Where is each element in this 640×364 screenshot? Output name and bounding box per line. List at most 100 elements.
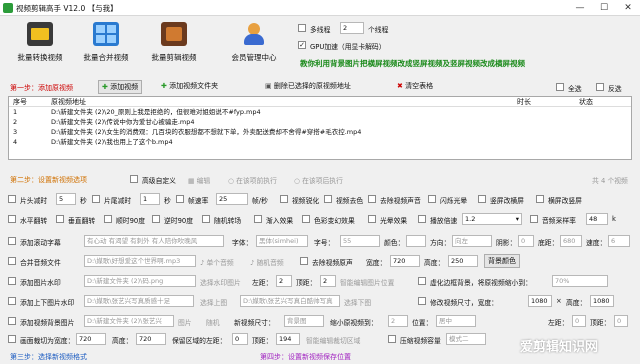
scroll-speed-input[interactable]: 6 (608, 235, 630, 247)
wm-left-input[interactable]: 2 (276, 275, 292, 287)
smart-crop-button[interactable]: 智能编辑裁切区域 (306, 335, 360, 345)
merge-audio-checkbox[interactable] (8, 257, 16, 265)
frame-rate-input[interactable]: 25 (216, 193, 248, 205)
modify-height-input[interactable]: 1080 (590, 295, 614, 307)
batch-convert-button[interactable]: 批量转换视频 (10, 22, 70, 63)
table-row[interactable]: 3 D:\新建文件夹 (2)\女生的消费观：几百块的衣服想都不想就下单，外卖配送费… (9, 127, 631, 137)
bg-image-button[interactable]: 图片 (178, 317, 192, 327)
bg-random-button[interactable]: 随机 (206, 317, 220, 327)
bottom-image-path-input[interactable]: D:\媒歌\张艺兴写真白酷帅写真 (240, 295, 340, 307)
speed-select[interactable]: 1.2 ▾ (462, 213, 522, 225)
close-button[interactable]: ✕ (616, 0, 640, 16)
select-bottom-button[interactable]: 选择下图 (344, 297, 371, 307)
shrink-select[interactable]: 70% (552, 275, 608, 287)
color-picker[interactable] (406, 235, 426, 247)
compress-checkbox[interactable] (388, 335, 396, 343)
clear-table-button[interactable]: ✖ 清空表格 (394, 80, 436, 94)
maximize-button[interactable]: ☐ (592, 0, 616, 16)
light-checkbox[interactable] (368, 215, 376, 223)
top-image-path-input[interactable]: D:\媒歌\张艺兴写真质感十足 (84, 295, 194, 307)
background-image-checkbox[interactable] (8, 317, 16, 325)
cut-tail-checkbox[interactable] (92, 195, 100, 203)
video-table[interactable]: 序号 原视频地址 时长 状态 1 D:\新建文件夹 (2)\20_原则上我是拒绝的… (8, 96, 632, 160)
select-all-checkbox[interactable] (556, 83, 564, 91)
image-watermark-checkbox[interactable] (8, 277, 16, 285)
scroll-text-input[interactable]: 有心动 有渴望 有刺外 有人陪你吹晚风 (84, 235, 224, 247)
modify-width-input[interactable]: 1080 (528, 295, 552, 307)
wm-top-input[interactable]: 2 (320, 275, 336, 287)
batch-edit-button[interactable]: 批量剪辑视频 (144, 22, 204, 63)
multithread-checkbox[interactable] (298, 24, 306, 32)
speed-checkbox[interactable] (418, 215, 426, 223)
keep-top-input[interactable]: 194 (276, 333, 300, 345)
invert-checkbox[interactable] (596, 83, 604, 91)
compress-mode-select[interactable]: 模式二 (446, 333, 486, 345)
remove-orig-checkbox[interactable] (300, 257, 308, 265)
member-center-button[interactable]: 会员管理中心 (224, 22, 284, 63)
bottom-input[interactable]: 680 (560, 235, 582, 247)
bg-image-path-input[interactable]: D:\新建文件夹 (2)\张艺兴 (84, 315, 174, 327)
cut-tail-input[interactable]: 1 (140, 193, 160, 205)
smart-position-button[interactable]: 智能编辑图片位置 (340, 277, 394, 287)
modify-size-checkbox[interactable] (418, 297, 426, 305)
batch-merge-button[interactable]: 批量合并视频 (76, 22, 136, 63)
vertical-to-horizontal-checkbox[interactable] (478, 195, 486, 203)
height-input[interactable]: 250 (448, 255, 478, 267)
select-watermark-button[interactable]: 选择水印图片 (200, 277, 241, 287)
tutorial-banner[interactable]: 教你利用背景图片把横屏视频改成竖屏视频及竖屏视频改成横屏视频 (300, 58, 525, 69)
remove-audio-checkbox[interactable] (368, 195, 376, 203)
bg-left-input[interactable]: 0 (572, 315, 586, 327)
scroll-text-checkbox[interactable] (8, 237, 16, 245)
audio-path-input[interactable]: D:\媒歌\好想爱这个世界啊.mp3 (84, 255, 196, 267)
table-row[interactable]: 1 D:\新建文件夹 (2)\20_原则上我是拒绝的，但很难对姐姐说不#fyp.m… (9, 107, 631, 117)
crop-checkbox[interactable] (8, 335, 16, 343)
sample-rate-input[interactable]: 48 (586, 213, 608, 225)
bg-color-button[interactable]: 背景颜色 (484, 254, 520, 268)
font-size-select[interactable]: 55 (340, 235, 380, 247)
rotate-ccw-checkbox[interactable] (152, 215, 160, 223)
add-folder-button[interactable]: ✚ 添加视频文件夹 (158, 80, 221, 94)
watermark-path-input[interactable]: D:\新建文件夹 (2)\码.png (84, 275, 196, 287)
hflip-checkbox[interactable] (8, 215, 16, 223)
frame-rate-checkbox[interactable] (176, 195, 184, 203)
table-row[interactable]: 4 D:\新建文件夹 (2)\我也用上了这个b.mp4 (9, 137, 631, 147)
advanced-checkbox[interactable] (130, 175, 138, 183)
shadow-input[interactable]: 0 (518, 235, 534, 247)
random-audio-radio[interactable]: ♪ 随机音频 (250, 257, 284, 267)
virtual-border-checkbox[interactable] (418, 277, 426, 285)
keep-left-input[interactable]: 0 (232, 333, 248, 345)
direction-select[interactable]: 向左 (452, 235, 492, 247)
desaturate-checkbox[interactable] (324, 195, 332, 203)
font-select[interactable]: 黑体(simhei) (256, 235, 308, 247)
sample-rate-checkbox[interactable] (530, 215, 538, 223)
single-audio-radio[interactable]: ♪ 单个音频 (200, 257, 234, 267)
new-size-select[interactable]: 背景图 (284, 315, 324, 327)
delete-selected-button[interactable]: ▣ 删除已选择的原视频地址 (262, 80, 354, 94)
location-select[interactable]: 居中 (436, 315, 476, 327)
color-effect-checkbox[interactable] (302, 215, 310, 223)
exec-before-radio[interactable]: ○ 在该项前执行 (228, 175, 277, 185)
sharpen-checkbox[interactable] (280, 195, 288, 203)
gpu-checkbox[interactable] (298, 41, 306, 49)
shrink-to-select[interactable]: 2 (388, 315, 408, 327)
vflip-checkbox[interactable] (56, 215, 64, 223)
edit-button[interactable]: ▦ 编辑 (188, 175, 210, 185)
exec-after-radio[interactable]: ○ 在该项后执行 (294, 175, 343, 185)
cut-head-input[interactable]: 5 (56, 193, 76, 205)
add-video-button[interactable]: ✚ 添加视频 (98, 80, 143, 94)
select-top-button[interactable]: 选择上图 (200, 297, 227, 307)
bg-top-input[interactable]: 0 (614, 315, 628, 327)
minimize-button[interactable]: — (568, 0, 592, 16)
head-tail-watermark-checkbox[interactable] (8, 297, 16, 305)
crop-width-input[interactable]: 720 (76, 333, 106, 345)
horizontal-to-vertical-checkbox[interactable] (536, 195, 544, 203)
fade-checkbox[interactable] (254, 215, 262, 223)
table-row[interactable]: 2 D:\新建文件夹 (2)\传说中你为爱甘心被骗走.mp4 (9, 117, 631, 127)
cut-head-checkbox[interactable] (8, 195, 16, 203)
rotate-cw-checkbox[interactable] (104, 215, 112, 223)
thread-count-input[interactable]: 2 (340, 22, 364, 34)
crop-height-input[interactable]: 720 (136, 333, 166, 345)
flash-checkbox[interactable] (428, 195, 436, 203)
width-input[interactable]: 720 (390, 255, 420, 267)
random-transition-checkbox[interactable] (202, 215, 210, 223)
